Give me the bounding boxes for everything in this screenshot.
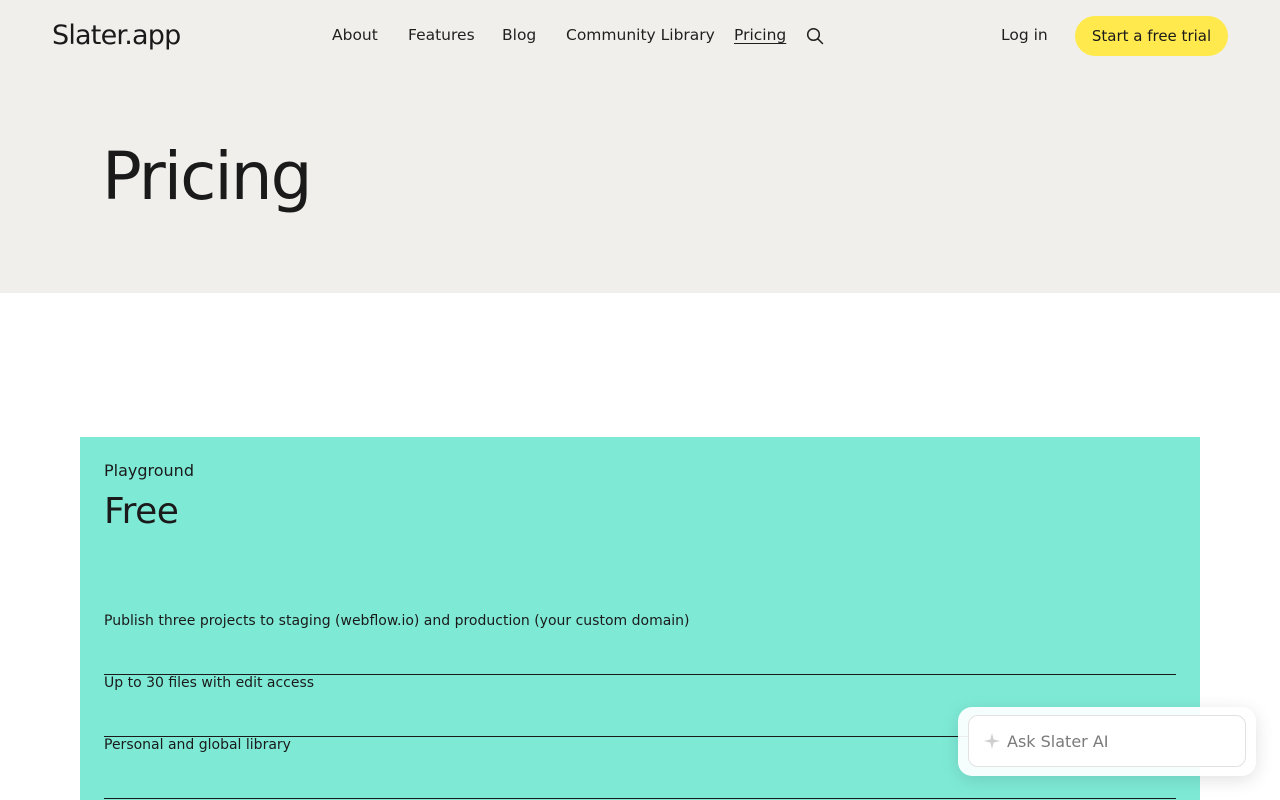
plan-feature-item: Publish three projects to staging (webfl… [104, 613, 1176, 675]
plan-name: Playground [104, 461, 194, 480]
plan-feature-text: Up to 30 files with edit access [104, 675, 315, 691]
nav-link-blog[interactable]: Blog [502, 26, 536, 44]
search-icon[interactable] [805, 26, 825, 46]
start-free-trial-button[interactable]: Start a free trial [1075, 16, 1228, 56]
login-link[interactable]: Log in [1001, 26, 1048, 44]
top-navigation: Slater.app About Features Blog Community… [0, 0, 1280, 72]
nav-link-pricing[interactable]: Pricing [734, 26, 786, 44]
logo[interactable]: Slater.app [52, 20, 181, 51]
plan-feature-text: Publish three projects to staging (webfl… [104, 613, 690, 629]
nav-link-about[interactable]: About [332, 26, 378, 44]
plan-price: Free [104, 491, 179, 532]
hero-section: Pricing [0, 72, 1280, 293]
nav-link-community-library[interactable]: Community Library [566, 26, 715, 44]
ask-ai-placeholder: Ask Slater AI [1007, 732, 1109, 751]
page-title: Pricing [102, 138, 312, 215]
nav-link-features[interactable]: Features [408, 26, 475, 44]
plan-feature-text: Personal and global library [104, 737, 291, 753]
ask-ai-widget: Ask Slater AI [958, 707, 1256, 776]
sparkle-icon [983, 732, 1001, 750]
ask-ai-input[interactable]: Ask Slater AI [968, 715, 1246, 767]
